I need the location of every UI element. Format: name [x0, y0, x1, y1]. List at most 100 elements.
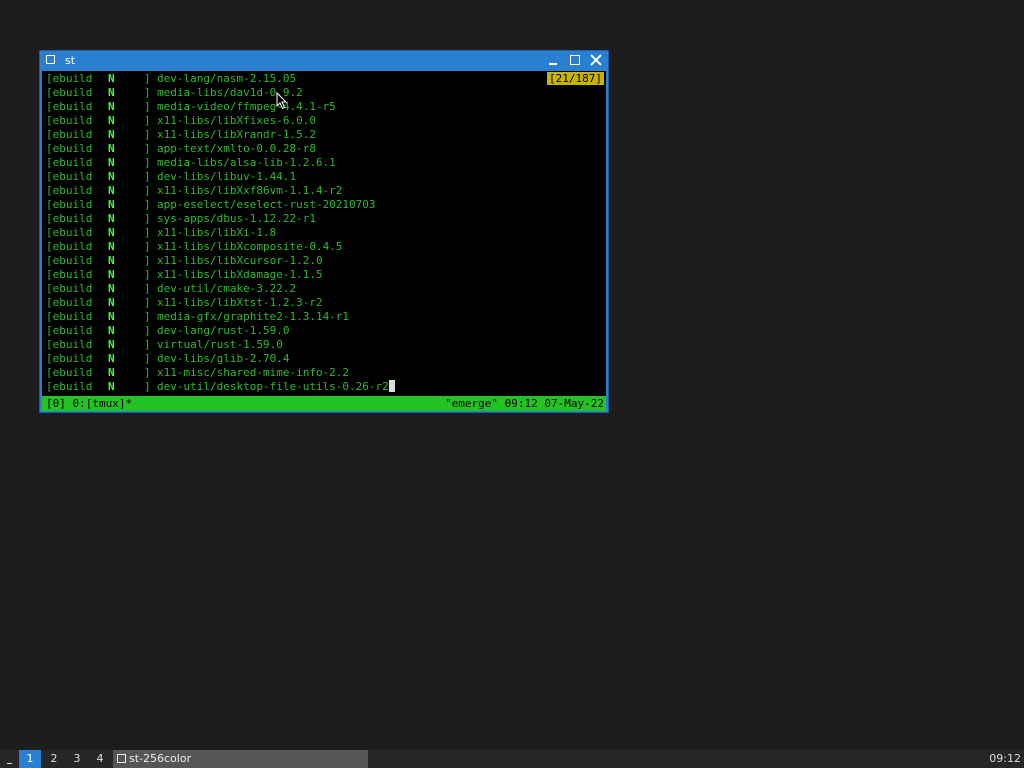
ebuild-tag: [ebuild	[46, 254, 93, 267]
workspace-2-button[interactable]: 2	[43, 750, 65, 768]
package-name: dev-util/cmake-3.22.2	[157, 282, 297, 295]
task-label: st-256color	[129, 752, 192, 765]
new-flag: N	[108, 310, 115, 323]
tag-close: ]	[144, 254, 151, 267]
tmux-status-right: "emerge" 09:12 07-May-22	[445, 397, 604, 410]
tag-close: ]	[144, 296, 151, 309]
tag-close: ]	[144, 240, 151, 253]
ebuild-tag: [ebuild	[46, 128, 93, 141]
package-name: x11-libs/libXfixes-6.0.0	[157, 114, 316, 127]
window-icon[interactable]	[46, 55, 55, 64]
package-name: dev-libs/libuv-1.44.1	[157, 170, 297, 183]
new-flag: N	[108, 100, 115, 113]
package-name: app-text/xmlto-0.0.28-r8	[157, 142, 316, 155]
new-flag: N	[108, 338, 115, 351]
package-name: x11-libs/libXcomposite-0.4.5	[157, 240, 343, 253]
tag-close: ]	[144, 114, 151, 127]
tmux-window-list[interactable]: [0] 0:[tmux]*	[46, 396, 132, 411]
new-flag: N	[108, 282, 115, 295]
ebuild-tag: [ebuild	[46, 184, 93, 197]
scroll-position-counter: [21/187]	[547, 72, 604, 85]
package-name: dev-util/desktop-file-utils-0.26-r2	[157, 380, 395, 394]
terminal-window[interactable]: st [ebuild N] dev-lang/nasm-2.15.05 [ebuild…	[39, 50, 609, 413]
tag-close: ]	[144, 380, 151, 393]
tag-close: ]	[144, 226, 151, 239]
ebuild-tag: [ebuild	[46, 170, 93, 183]
tag-close: ]	[144, 100, 151, 113]
package-name: x11-libs/libXtst-1.2.3-r2	[157, 296, 323, 309]
tag-close: ]	[144, 324, 151, 337]
tag-close: ]	[144, 282, 151, 295]
close-icon[interactable]	[588, 53, 604, 68]
workspace-1-button[interactable]: 1	[19, 750, 41, 768]
tag-close: ]	[144, 352, 151, 365]
tag-close: ]	[144, 184, 151, 197]
ebuild-tag: [ebuild	[46, 86, 93, 99]
window-titlebar[interactable]: st	[40, 51, 608, 70]
package-name: x11-libs/libXi-1.8	[157, 226, 277, 239]
package-name: x11-libs/libXdamage-1.1.5	[157, 268, 323, 281]
ebuild-tag: [ebuild	[46, 366, 93, 379]
ebuild-tag: [ebuild	[46, 114, 93, 127]
package-name: app-eselect/eselect-rust-20210703	[157, 198, 376, 211]
new-flag: N	[108, 114, 115, 127]
tag-close: ]	[144, 310, 151, 323]
ebuild-tag: [ebuild	[46, 338, 93, 351]
new-flag: N	[108, 86, 115, 99]
maximize-icon[interactable]	[567, 53, 583, 68]
tmux-status-bar: [0] 0:[tmux]* "emerge" 09:12 07-May-22	[42, 396, 606, 411]
ebuild-tag: [ebuild	[46, 240, 93, 253]
ebuild-tag: [ebuild	[46, 282, 93, 295]
ebuild-tag: [ebuild	[46, 310, 93, 323]
tag-close: ]	[144, 366, 151, 379]
new-flag: N	[108, 324, 115, 337]
new-flag: N	[108, 198, 115, 211]
new-flag: N	[108, 212, 115, 225]
new-flag: N	[108, 380, 115, 393]
tag-close: ]	[144, 170, 151, 183]
tag-close: ]	[144, 212, 151, 225]
ebuild-tag: [ebuild	[46, 324, 93, 337]
ebuild-tag: [ebuild	[46, 268, 93, 281]
tag-close: ]	[144, 142, 151, 155]
taskbar: 1 2 3 4 st-256color 09:12	[0, 750, 1024, 768]
package-name: dev-lang/rust-1.59.0	[157, 324, 290, 337]
new-flag: N	[108, 296, 115, 309]
new-flag: N	[108, 170, 115, 183]
tag-close: ]	[144, 156, 151, 169]
new-flag: N	[108, 240, 115, 253]
workspace-4-button[interactable]: 4	[89, 750, 111, 768]
tag-close: ]	[144, 72, 151, 85]
new-flag: N	[108, 366, 115, 379]
ebuild-tag: [ebuild	[46, 100, 93, 113]
text-cursor	[388, 380, 395, 392]
package-name: x11-libs/libXcursor-1.2.0	[157, 254, 323, 267]
new-flag: N	[108, 184, 115, 197]
package-name: x11-libs/libXxf86vm-1.1.4-r2	[157, 184, 343, 197]
ebuild-tag: [ebuild	[46, 296, 93, 309]
workspace-3-button[interactable]: 3	[66, 750, 88, 768]
new-flag: N	[108, 226, 115, 239]
minimize-icon[interactable]	[545, 53, 561, 68]
package-name: dev-libs/glib-2.70.4	[157, 352, 290, 365]
tag-close: ]	[144, 268, 151, 281]
new-flag: N	[108, 72, 115, 85]
package-name: x11-misc/shared-mime-info-2.2	[157, 366, 350, 379]
window-title: st	[65, 54, 76, 67]
tag-close: ]	[144, 128, 151, 141]
package-name: media-video/ffmpeg-4.4.1-r5	[157, 100, 336, 113]
ebuild-tag: [ebuild	[46, 380, 93, 393]
taskbar-task-st[interactable]: st-256color	[113, 750, 368, 768]
new-flag: N	[108, 254, 115, 267]
ebuild-tag: [ebuild	[46, 212, 93, 225]
tag-close: ]	[144, 86, 151, 99]
ebuild-tag: [ebuild	[46, 352, 93, 365]
package-name: virtual/rust-1.59.0	[157, 338, 283, 351]
new-flag: N	[108, 268, 115, 281]
package-name: x11-libs/libXrandr-1.5.2	[157, 128, 316, 141]
package-name: media-libs/alsa-lib-1.2.6.1	[157, 156, 336, 169]
package-name: media-gfx/graphite2-1.3.14-r1	[157, 310, 350, 323]
menu-icon[interactable]	[0, 750, 18, 768]
terminal-area[interactable]: [ebuild N] dev-lang/nasm-2.15.05 [ebuild N] m…	[42, 71, 606, 411]
ebuild-tag: [ebuild	[46, 156, 93, 169]
